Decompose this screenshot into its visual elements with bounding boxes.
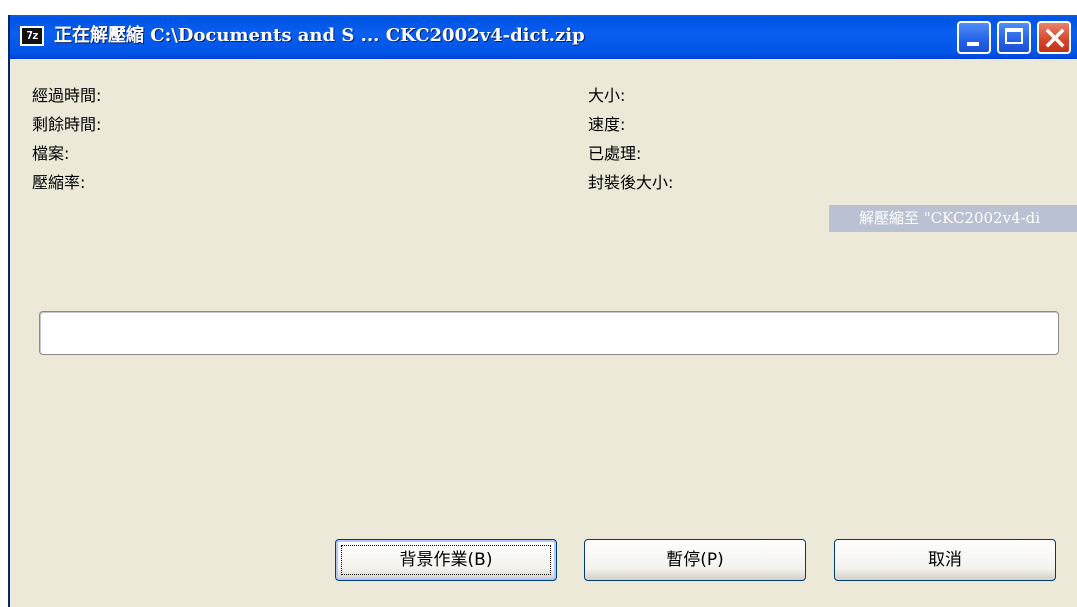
elapsed-time-label: 經過時間: [32,86,102,105]
pause-button-label: 暫停(P) [666,550,724,570]
progress-bar [39,311,1059,355]
title-bar[interactable]: 7z 正在解壓縮 C:\Documents and S ... CKC2002v… [10,15,1077,59]
packed-size-label: 封裝後大小: [588,173,674,192]
cancel-button[interactable]: 取消 [834,539,1056,581]
processed-label: 已處理: [588,144,642,163]
background-button[interactable]: 背景作業(B) [335,539,557,581]
compression-ratio-label: 壓縮率: [32,173,86,192]
minimize-button[interactable] [957,21,991,54]
destination-label: 解壓縮至 "CKC2002v4-di [829,205,1077,232]
size-label: 大小: [588,86,626,105]
7zip-app-icon: 7z [20,26,44,46]
files-label: 檔案: [32,144,70,163]
close-icon [1045,28,1065,48]
window-title: 正在解壓縮 C:\Documents and S ... CKC2002v4-d… [54,25,585,46]
extract-progress-window: 7z 正在解壓縮 C:\Documents and S ... CKC2002v… [8,15,1077,607]
background-button-label: 背景作業(B) [399,550,493,570]
pause-button[interactable]: 暫停(P) [584,539,806,581]
remaining-time-label: 剩餘時間: [32,115,102,134]
maximize-button[interactable] [997,21,1031,54]
speed-label: 速度: [588,115,626,134]
cancel-button-label: 取消 [928,550,962,570]
close-button[interactable] [1037,21,1071,54]
